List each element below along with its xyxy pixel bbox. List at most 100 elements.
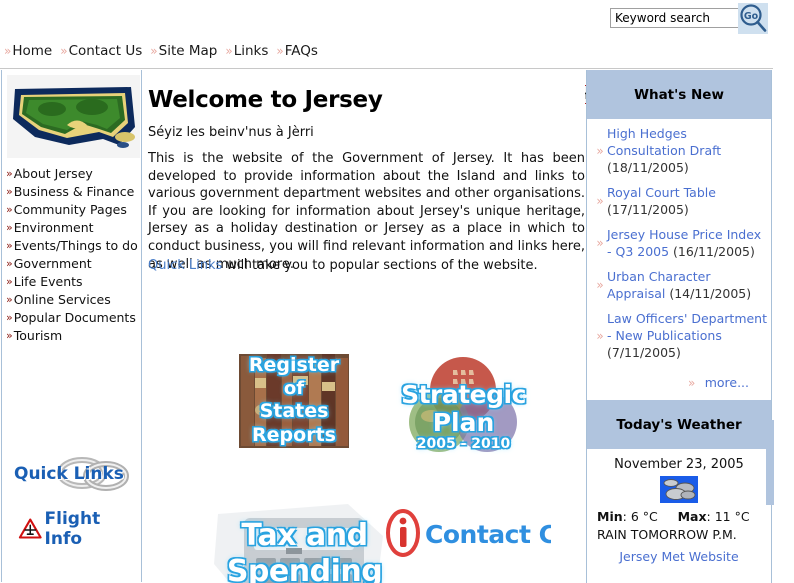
double-chevron-icon: » — [596, 278, 603, 292]
news-item-text: Law Officers' Department - New Publicati… — [607, 310, 767, 361]
sidebar-item-government[interactable]: » Government — [4, 255, 143, 273]
sidebar-item-life-events[interactable]: » Life Events — [4, 273, 143, 291]
news-item-law-officers-publications[interactable]: » Law Officers' Department - New Publica… — [591, 310, 767, 361]
double-chevron-icon: » — [6, 221, 13, 234]
jersey-island-map-image[interactable] — [7, 75, 140, 158]
double-chevron-icon: » — [6, 167, 13, 180]
strategic-plan-graphic[interactable]: Strategic Plan 2005 - 2010 — [391, 356, 536, 456]
double-chevron-icon: » — [688, 375, 695, 390]
weather-panel-body: November 23, 2005 Min: 6 °C Max: 11 °C R… — [587, 449, 771, 568]
strategic-line-3: 2005 - 2010 — [416, 436, 511, 452]
news-item-title: Law Officers' Department - New Publicati… — [607, 311, 768, 343]
news-item-high-hedges[interactable]: » High Hedges Consultation Draft (18/11/… — [591, 125, 767, 176]
page-title: Welcome to Jersey — [148, 87, 383, 113]
double-chevron-icon: » — [596, 236, 603, 250]
intro-paragraph: This is the website of the Government of… — [148, 151, 585, 272]
news-item-house-price-index[interactable]: » Jersey House Price Index - Q3 2005 (16… — [591, 226, 767, 260]
sidebar-item-label: About Jersey — [13, 166, 93, 181]
news-item-text: High Hedges Consultation Draft (18/11/20… — [607, 125, 767, 176]
nav-item-faqs[interactable]: » FAQs — [276, 43, 322, 59]
page-scrollbar-thumb[interactable] — [766, 420, 774, 505]
sidebar-item-label: Business & Finance — [13, 184, 135, 199]
news-item-text: Jersey House Price Index - Q3 2005 (16/1… — [607, 226, 767, 260]
contact-centre-label: Contact Centre — [425, 520, 551, 549]
double-chevron-icon: » — [6, 329, 13, 342]
left-sidebar: » About Jersey » Business & Finance » Co… — [1, 70, 142, 582]
sidebar-item-online-services[interactable]: » Online Services — [4, 291, 143, 309]
sidebar-item-label: Events/Things to do — [13, 238, 138, 253]
right-sidebar: What's New » High Hedges Consultation Dr… — [586, 70, 772, 583]
search-input[interactable] — [610, 8, 740, 28]
sidebar-item-label: Online Services — [13, 292, 111, 307]
primary-navigation: » Home » Contact Us » Site Map » Links »… — [0, 40, 794, 104]
weather-min-value: 6 °C — [630, 509, 658, 524]
news-item-text: Royal Court Table (17/11/2005) — [607, 184, 767, 218]
register-line-4: Reports — [252, 424, 336, 446]
double-chevron-icon: » — [6, 185, 13, 198]
nav-item-links[interactable]: » Links — [225, 43, 272, 59]
register-line-3: States — [259, 400, 329, 422]
register-of-states-reports-graphic[interactable]: Register of States Reports — [231, 348, 357, 452]
double-chevron-icon: » — [225, 44, 232, 58]
double-chevron-icon: » — [6, 239, 13, 252]
jersey-met-website-link[interactable]: Jersey Met Website — [591, 549, 767, 564]
sidebar-item-community-pages[interactable]: » Community Pages — [4, 201, 143, 219]
double-chevron-icon: » — [150, 44, 157, 58]
weather-temperatures: Min: 6 °C Max: 11 °C — [597, 509, 750, 524]
news-item-date: (18/11/2005) — [607, 160, 689, 175]
double-chevron-icon: » — [596, 194, 603, 208]
double-chevron-icon: » — [276, 44, 283, 58]
plane-warning-sign-icon — [18, 518, 42, 539]
whats-new-header: What's New — [587, 70, 771, 119]
nav-item-label: Home — [12, 43, 53, 59]
weather-max-label: Max — [677, 509, 707, 524]
quick-links-graphic-button[interactable]: Quick Links — [10, 455, 135, 495]
nav-item-label: Links — [233, 43, 269, 59]
whats-new-more-link[interactable]: » more... — [591, 375, 749, 390]
nav-item-label: FAQs — [284, 43, 318, 59]
sidebar-item-label: Environment — [13, 220, 94, 235]
quick-links-inline-link[interactable]: Quick Links — [148, 258, 222, 273]
sidebar-item-popular-documents[interactable]: » Popular Documents — [4, 309, 143, 327]
news-item-royal-court-table[interactable]: » Royal Court Table (17/11/2005) — [591, 184, 767, 218]
nav-item-site-map[interactable]: » Site Map — [150, 43, 221, 59]
weather-min-label: Min — [597, 509, 623, 524]
news-item-title: High Hedges Consultation Draft — [607, 126, 722, 158]
flight-info-graphic-button[interactable]: Flight Info — [18, 509, 138, 549]
sidebar-item-environment[interactable]: » Environment — [4, 219, 143, 237]
quick-links-label: Quick Links — [14, 464, 124, 484]
page-scrollbar-track[interactable] — [775, 0, 792, 583]
nav-item-home[interactable]: » Home — [4, 43, 56, 59]
news-item-date: (16/11/2005) — [673, 244, 755, 259]
tax-and-spending-graphic[interactable]: Tax and Spending — [198, 498, 411, 583]
whats-new-list: » High Hedges Consultation Draft (18/11/… — [587, 119, 771, 400]
register-line-2: of — [283, 378, 305, 399]
nav-links-group: » Home » Contact Us » Site Map » Links »… — [4, 43, 322, 59]
double-chevron-icon: » — [596, 328, 603, 343]
tax-line-2: Spending — [226, 554, 383, 583]
sidebar-item-label: Government — [13, 256, 92, 271]
register-line-1: Register — [248, 354, 340, 376]
nav-item-label: Contact Us — [68, 43, 143, 59]
main-content: Welcome to Jersey Séyiz les beinv'nus à … — [143, 70, 585, 583]
news-item-title: Royal Court Table — [607, 185, 716, 200]
search-magnifier-go-icon[interactable]: Go — [738, 3, 768, 34]
cloudy-weather-icon — [660, 476, 698, 503]
more-label: more... — [704, 375, 749, 390]
header-divider — [0, 68, 794, 69]
news-item-urban-character-appraisal[interactable]: » Urban Character Appraisal (14/11/2005) — [591, 268, 767, 302]
weather-max-value: 11 °C — [714, 509, 750, 524]
sidebar-item-events-things-to-do[interactable]: » Events/Things to do — [4, 237, 143, 255]
todays-weather-header: Today's Weather — [587, 400, 771, 449]
strategic-line-1: Strategic — [401, 380, 526, 409]
double-chevron-icon: » — [6, 203, 13, 216]
nav-item-contact-us[interactable]: » Contact Us — [60, 43, 146, 59]
news-item-text: Urban Character Appraisal (14/11/2005) — [607, 268, 767, 302]
weather-date: November 23, 2005 — [614, 457, 744, 472]
sidebar-item-business-finance[interactable]: » Business & Finance — [4, 183, 143, 201]
sidebar-item-about-jersey[interactable]: » About Jersey — [4, 165, 143, 183]
double-chevron-icon: » — [60, 44, 67, 58]
sidebar-item-tourism[interactable]: » Tourism — [4, 327, 143, 345]
quick-links-sentence-rest: will take you to popular sections of the… — [222, 258, 538, 273]
tax-line-1: Tax and — [241, 518, 368, 553]
